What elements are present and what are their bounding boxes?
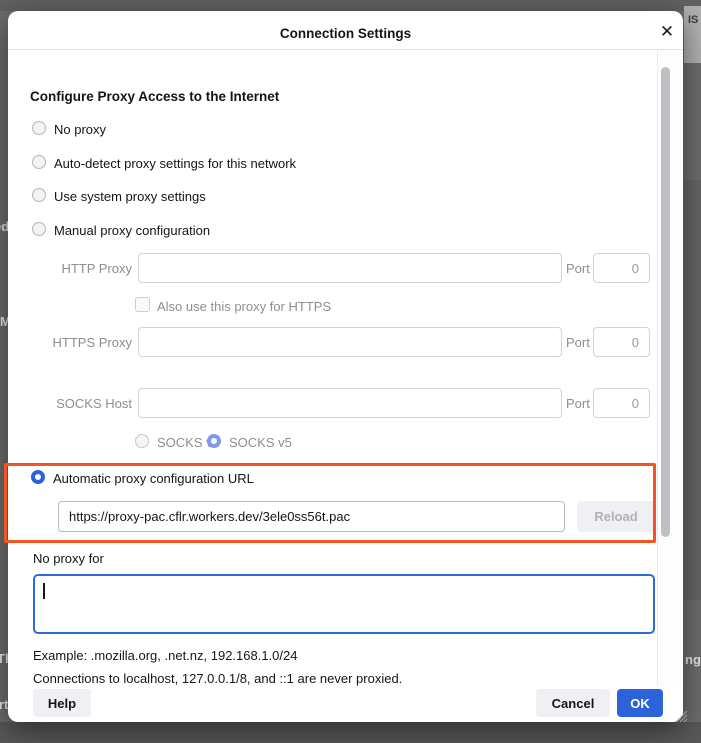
radio-button-icon: [32, 188, 46, 202]
cancel-button[interactable]: Cancel: [536, 689, 610, 717]
radio-button-icon: [32, 222, 46, 236]
https-proxy-label: HTTPS Proxy: [18, 335, 132, 350]
checkbox-label: Also use this proxy for HTTPS: [157, 299, 331, 314]
socks-port-input[interactable]: [593, 388, 650, 418]
help-button[interactable]: Help: [33, 689, 91, 717]
http-proxy-input[interactable]: [138, 253, 562, 283]
no-proxy-for-label: No proxy for: [33, 551, 104, 566]
close-icon: ✕: [660, 23, 674, 40]
connection-settings-dialog: Connection Settings ✕ Configure Proxy Ac…: [8, 11, 683, 722]
screen-background: IS ed M Th rt ng Connection Settings ✕ C…: [0, 0, 701, 743]
radio-label: Auto-detect proxy settings for this netw…: [54, 156, 296, 171]
resize-grip-icon: [670, 705, 688, 723]
radio-label: Manual proxy configuration: [54, 223, 210, 238]
radio-label: No proxy: [54, 122, 106, 137]
ok-button[interactable]: OK: [617, 689, 663, 717]
no-proxy-for-textarea[interactable]: [33, 574, 655, 634]
background-text-fragment: ng: [685, 652, 701, 667]
radio-button-icon: [32, 155, 46, 169]
scrollbar-thumb[interactable]: [661, 67, 670, 537]
backdrop-patch: [684, 180, 701, 600]
example-hint: Example: .mozilla.org, .net.nz, 192.168.…: [33, 648, 298, 663]
https-port-input[interactable]: [593, 327, 650, 357]
backdrop-patch: [0, 722, 701, 743]
radio-label: Use system proxy settings: [54, 189, 206, 204]
radio-label: SOCKS v5: [229, 435, 292, 450]
backdrop-patch: [0, 0, 701, 11]
dialog-title: Connection Settings: [8, 26, 683, 42]
close-button[interactable]: ✕: [652, 16, 682, 46]
text-cursor: [43, 583, 45, 599]
radio-button-icon: [135, 434, 149, 448]
https-proxy-input[interactable]: [138, 327, 562, 357]
background-text-fragment: IS: [688, 14, 698, 26]
highlight-annotation: [4, 463, 656, 543]
resize-grip[interactable]: [670, 705, 688, 723]
http-port-input[interactable]: [593, 253, 650, 283]
radio-button-icon: [207, 434, 221, 448]
http-proxy-label: HTTP Proxy: [28, 261, 132, 276]
socks-host-input[interactable]: [138, 388, 562, 418]
port-label: Port: [566, 261, 590, 276]
checkbox-icon: [135, 297, 150, 312]
radio-button-icon: [32, 121, 46, 135]
section-heading: Configure Proxy Access to the Internet: [30, 89, 279, 104]
port-label: Port: [566, 335, 590, 350]
titlebar-divider: [8, 49, 683, 50]
port-label: Port: [566, 396, 590, 411]
never-proxied-note: Connections to localhost, 127.0.0.1/8, a…: [33, 671, 402, 686]
socks-host-label: SOCKS Host: [18, 396, 132, 411]
